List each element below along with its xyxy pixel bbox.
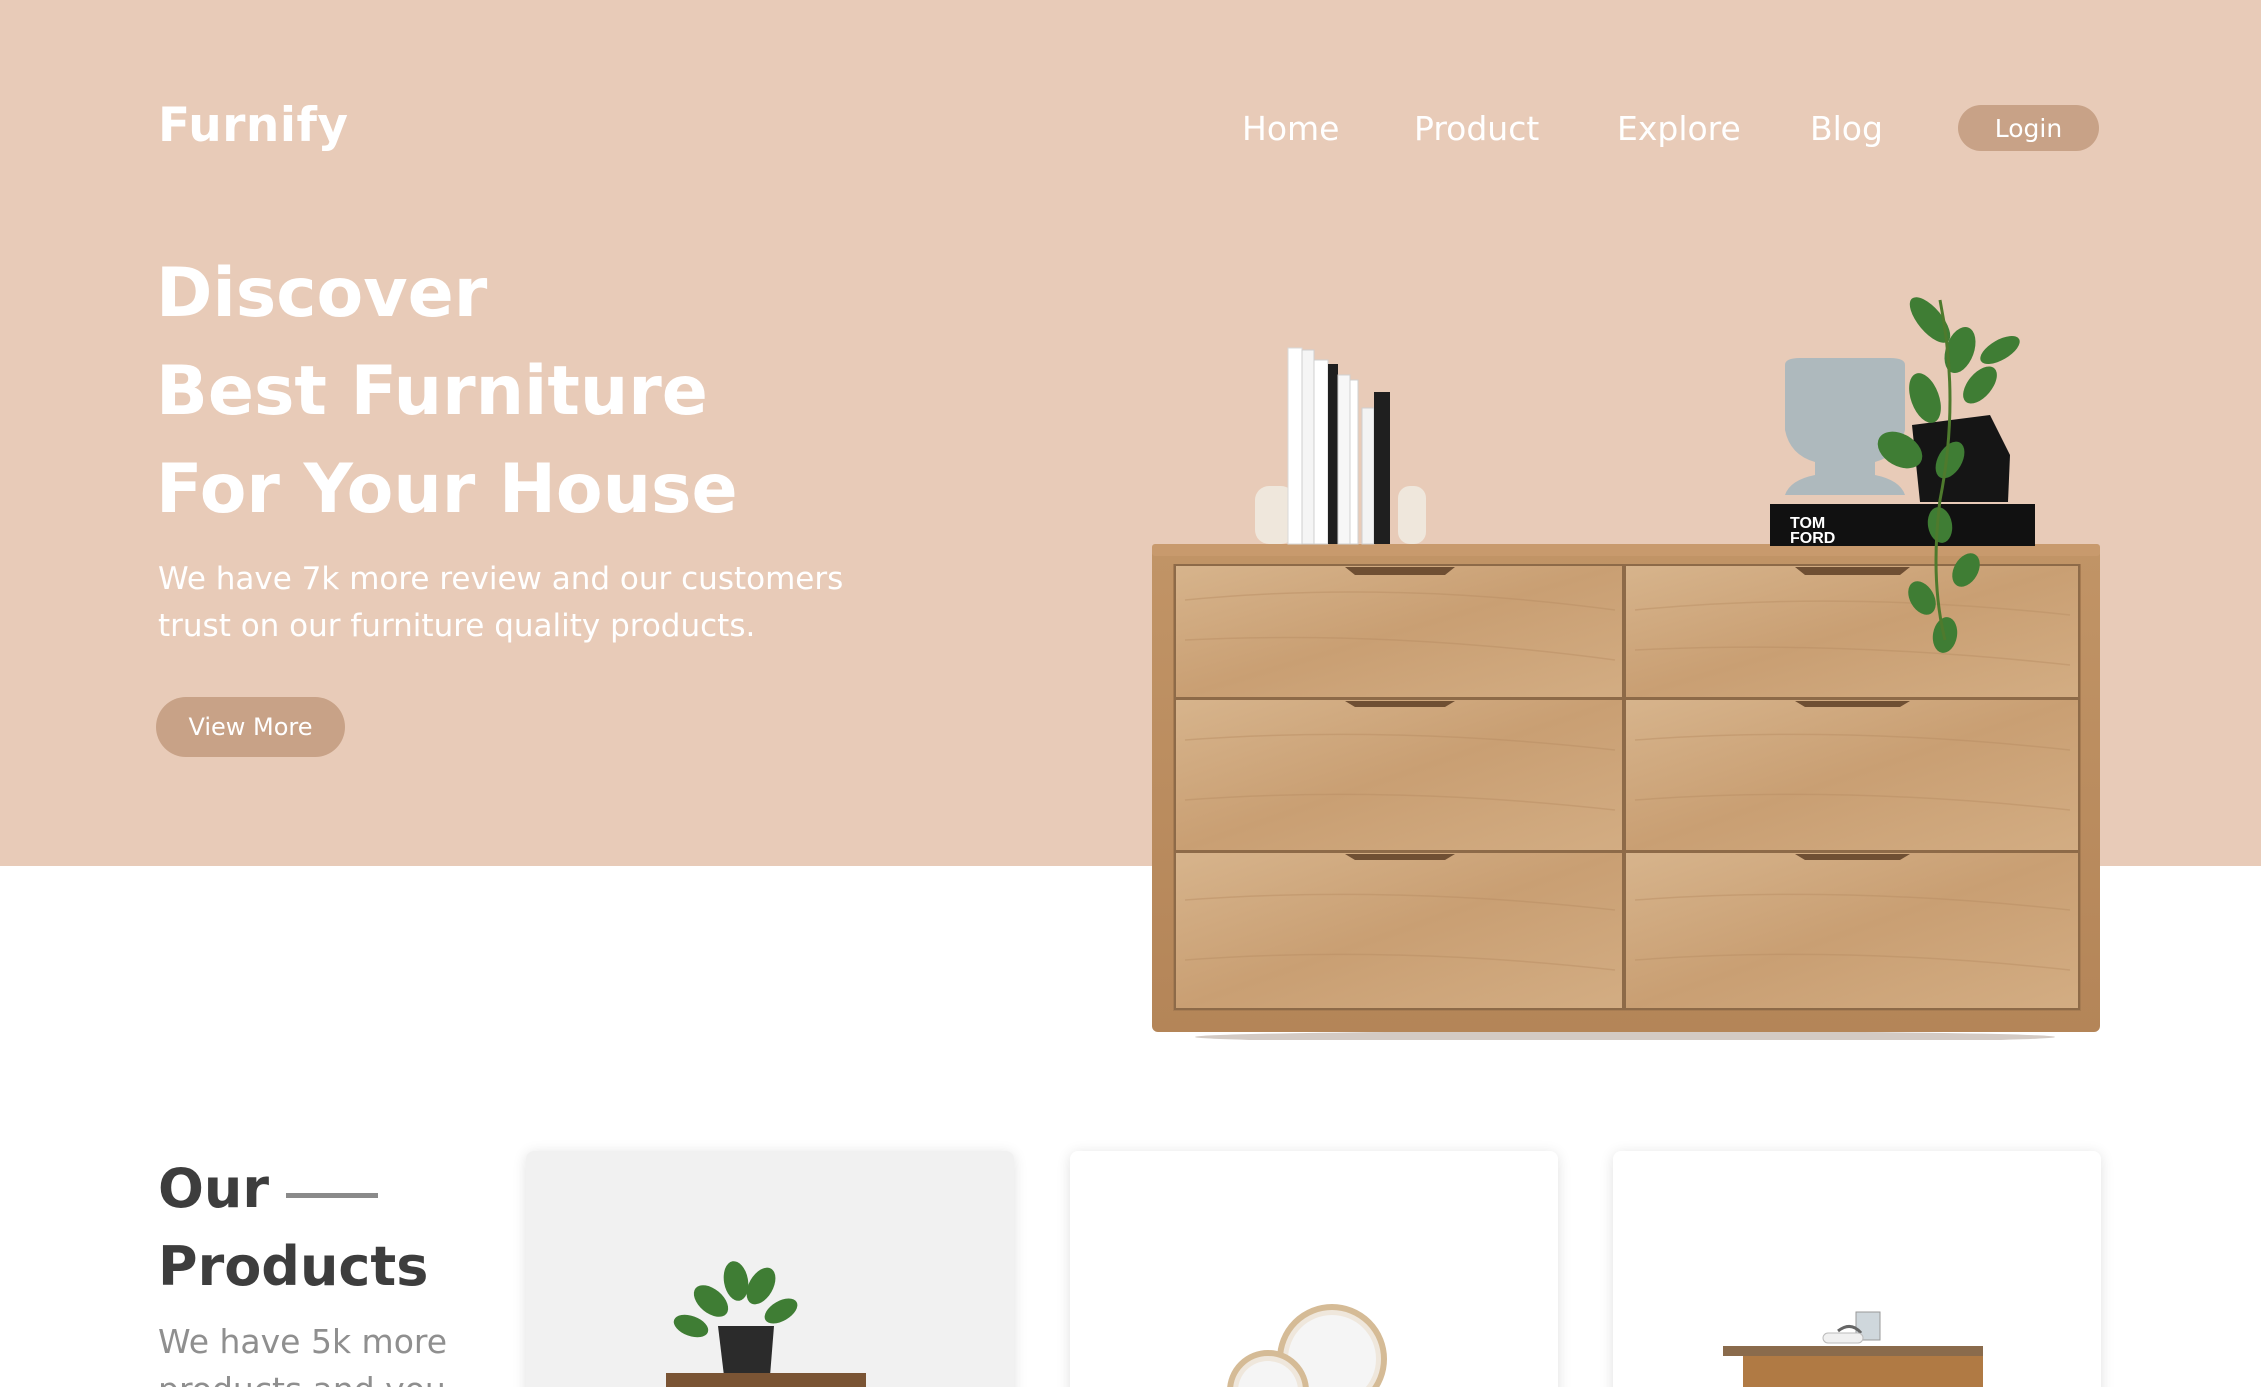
- hero-description: We have 7k more review and our customers…: [158, 561, 844, 644]
- product-card-2[interactable]: [1070, 1151, 1558, 1387]
- login-button[interactable]: Login: [1958, 105, 2099, 151]
- books-decor: [1255, 347, 1426, 545]
- hero-title-line: Discover: [156, 254, 488, 333]
- nav-explore-link[interactable]: Explore: [1617, 109, 1741, 148]
- coffee-table-image: [1723, 1311, 1983, 1387]
- products-title-line1: Our: [158, 1157, 269, 1220]
- round-mirror-image: [1227, 1304, 1387, 1387]
- hero-title-line: For Your House: [156, 450, 738, 529]
- view-more-button[interactable]: View More: [156, 697, 345, 757]
- products-title-line2: Products: [158, 1235, 429, 1298]
- hero-title: Discover Best Furniture For Your House: [156, 245, 738, 539]
- main-nav: Home Product Explore Blog Login: [0, 105, 2261, 155]
- products-description: We have 5k more products and you: [158, 1322, 448, 1387]
- nav-home-link[interactable]: Home: [1242, 109, 1339, 148]
- nav-blog-link[interactable]: Blog: [1810, 109, 1883, 148]
- svg-text:FORD: FORD: [1790, 530, 1835, 547]
- wooden-dresser-image: TOM FORD: [1152, 297, 2100, 1040]
- hero-title-line: Best Furniture: [156, 352, 708, 431]
- nav-product-link[interactable]: Product: [1414, 109, 1539, 148]
- product-card-3[interactable]: [1613, 1151, 2101, 1387]
- product-card-1[interactable]: [526, 1151, 1014, 1387]
- title-divider: [286, 1193, 378, 1198]
- products-title: Our Products: [158, 1150, 428, 1306]
- plant-side-table-image: [666, 1261, 866, 1387]
